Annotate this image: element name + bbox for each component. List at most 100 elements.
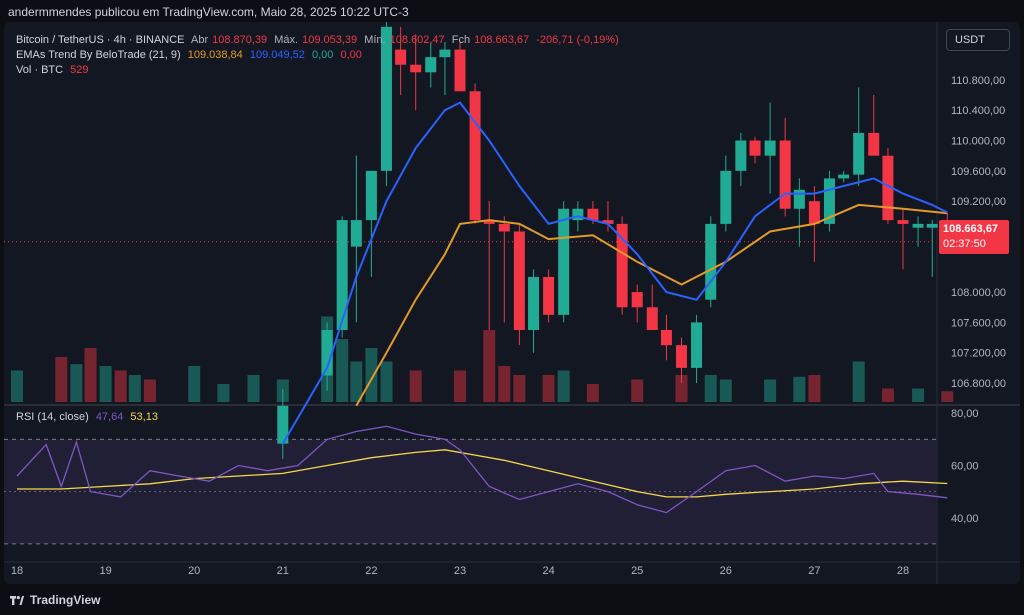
volume-bar: [380, 361, 393, 402]
volume-bar: [247, 375, 260, 402]
volume-bar: [11, 370, 23, 402]
time-axis-tick: 25: [631, 565, 643, 577]
low-label: Mín.: [364, 34, 386, 46]
close-label: Fch: [451, 34, 471, 46]
candle-body: [720, 170, 732, 224]
volume-bar: [217, 384, 230, 402]
candle-body: [808, 201, 820, 224]
close-value: 108.663,67: [474, 34, 530, 46]
open-value: 108.870,39: [212, 34, 268, 46]
price-axis-tick: 110.400,00: [951, 105, 1005, 117]
ema-zero-value-2: 0,00: [340, 49, 362, 61]
time-axis-tick: 21: [277, 565, 289, 577]
tradingview-logo[interactable]: TradingView: [10, 593, 100, 607]
time-axis-tick: 22: [365, 565, 377, 577]
ema-legend: EMAs Trend By BeloTrade (21, 9) 109.038,…: [16, 49, 366, 61]
candle-body: [543, 276, 555, 315]
candle-body: [513, 231, 525, 330]
volume-bar: [808, 375, 821, 402]
last-price: 108.663,67: [943, 223, 999, 235]
volume-bar: [454, 370, 466, 402]
candle-body: [395, 49, 407, 65]
publisher-byline: andermmendes publicou em TradingView.com…: [8, 5, 409, 19]
high-label: Máx.: [274, 34, 299, 46]
volume-bar: [365, 348, 378, 402]
candle-body: [336, 220, 348, 330]
volume-bar: [631, 379, 644, 402]
candle-body: [764, 140, 776, 156]
volume-bar: [941, 391, 954, 402]
volume-bar: [513, 375, 526, 402]
volume-bar: [793, 376, 806, 402]
chart-canvas[interactable]: 110.800,00 110.400,00 110.000,00 109.600,00…: [4, 22, 1020, 584]
volume-value: 529: [70, 64, 89, 76]
volume-bar: [912, 388, 925, 402]
candle-body: [365, 170, 377, 221]
rsi-indicator-name[interactable]: RSI (14, close): [16, 411, 89, 423]
time-axis-tick: 19: [99, 565, 111, 577]
ema-slow-value: 109.038,84: [187, 49, 243, 61]
price-axis-tick: 109.600,00: [951, 166, 1006, 178]
candle-body: [439, 49, 451, 58]
chart-panel[interactable]: 110.800,00 110.400,00 110.000,00 109.600,00…: [4, 22, 1020, 584]
candle-body: [749, 140, 761, 156]
rsi-value: 47,64: [95, 411, 124, 423]
price-axis-tick: 106.800,00: [951, 378, 1006, 390]
ema-fast-value: 109.049,52: [249, 49, 305, 61]
last-price-tag: 108.663,67 02:37:50: [939, 220, 1009, 254]
tradingview-logo-icon: [10, 596, 24, 606]
candle-body: [926, 223, 938, 228]
volume-bar: [114, 370, 127, 402]
price-axis-tick: 110.800,00: [951, 75, 1005, 87]
volume-bar: [188, 366, 201, 402]
candle-body: [528, 276, 540, 330]
candle-body: [646, 307, 658, 330]
candle-body: [735, 140, 747, 171]
high-value: 109.053,39: [302, 34, 358, 46]
candle-body: [572, 208, 584, 221]
volume-bar: [483, 330, 496, 402]
candle-body: [779, 140, 791, 209]
candle-body: [380, 26, 392, 171]
price-axis-tick: 107.200,00: [951, 348, 1006, 360]
rsi-legend: RSI (14, close) 47,64 53,13: [16, 411, 162, 423]
candle-body: [660, 330, 672, 346]
low-value: 108.602,47: [389, 34, 445, 46]
ema-zero-value-1: 0,00: [311, 49, 334, 61]
candle-body: [868, 132, 880, 156]
candle-body: [631, 292, 643, 308]
candle-body: [853, 132, 865, 175]
currency-button[interactable]: USDT: [946, 29, 1010, 51]
volume-bar: [719, 379, 732, 402]
volume-bar: [128, 375, 141, 402]
candle-body: [705, 223, 717, 300]
volume-bar: [84, 348, 97, 402]
time-axis-tick: 24: [542, 565, 554, 577]
candle-body: [691, 322, 703, 368]
symbol-name[interactable]: Bitcoin / TetherUS · 4h · BINANCE: [16, 34, 185, 46]
volume-legend: Vol · BTC 529: [16, 64, 93, 76]
time-axis-tick: 28: [897, 565, 909, 577]
candle-body: [676, 345, 687, 368]
time-axis-tick: 18: [11, 565, 23, 577]
candle-body: [498, 223, 510, 232]
candle-body: [558, 208, 570, 315]
volume-bar: [70, 364, 83, 402]
rsi-axis-tick: 40,00: [951, 513, 979, 525]
volume-bar: [350, 361, 363, 402]
volume-indicator-name[interactable]: Vol · BTC: [16, 64, 63, 76]
candle-countdown: 02:37:50: [943, 238, 986, 250]
volume-bar: [498, 366, 511, 402]
volume-bar: [143, 379, 156, 402]
volume-bar: [764, 379, 777, 402]
brand-name: TradingView: [30, 593, 101, 607]
time-axis-tick: 23: [454, 565, 466, 577]
price-axis-tick: 108.000,00: [951, 287, 1006, 299]
symbol-legend: Bitcoin / TetherUS · 4h · BINANCE Abr 108…: [16, 34, 623, 46]
volume-bar: [55, 357, 68, 402]
candle-body: [469, 91, 481, 221]
volume-bar: [586, 384, 599, 402]
candle-body: [838, 174, 850, 179]
ema-indicator-name[interactable]: EMAs Trend By BeloTrade (21, 9): [16, 49, 181, 61]
candle-body: [410, 64, 422, 73]
